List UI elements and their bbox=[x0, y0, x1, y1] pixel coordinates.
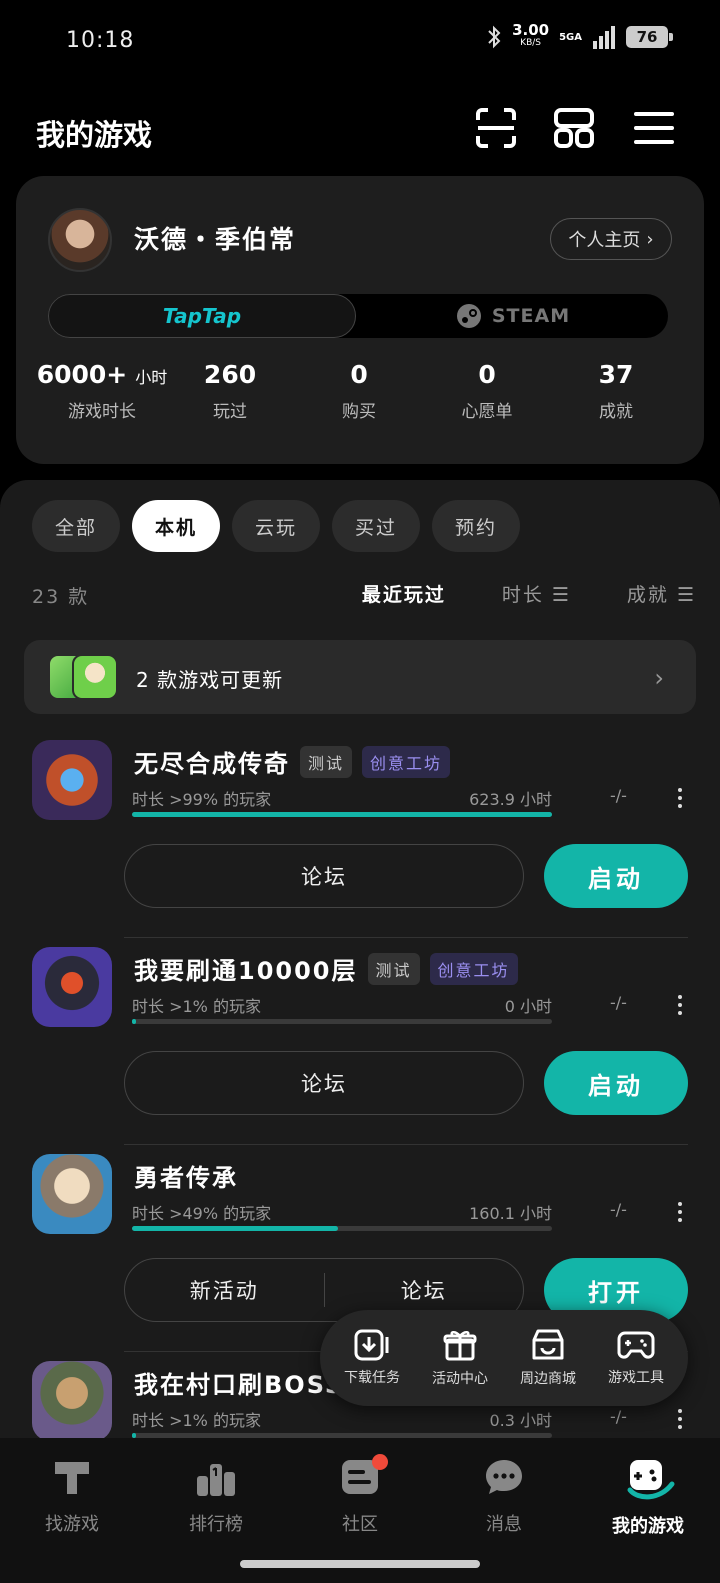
ranking-icon bbox=[197, 1464, 235, 1496]
signal-icon bbox=[593, 26, 615, 49]
achievement-count: -/- bbox=[610, 786, 627, 805]
achievement-count: -/- bbox=[610, 1200, 627, 1219]
steam-icon bbox=[456, 304, 481, 328]
username: 沃德・季伯常 bbox=[134, 225, 297, 254]
playtime-progress bbox=[132, 1226, 552, 1231]
profile-stats: 6000+ 小时 游戏时长 260 玩过 0 购买 0 心愿单 37 成就 bbox=[16, 360, 704, 422]
play-info: 时长 >1% 的玩家 0.3 小时 bbox=[132, 1411, 552, 1430]
game-thumb-icon bbox=[72, 654, 118, 700]
achievement-count: -/- bbox=[610, 993, 627, 1012]
play-info: 时长 >99% 的玩家 623.9 小时 bbox=[132, 790, 552, 809]
battery-icon: 76 bbox=[626, 26, 673, 48]
game-title: 我在村口刷BOSS bbox=[134, 1371, 345, 1399]
game-icon bbox=[32, 740, 112, 820]
filter-tabs: 全部 本机 云玩 买过 预约 bbox=[32, 500, 520, 552]
tag-test: 测试 bbox=[300, 745, 353, 778]
stat-purchased[interactable]: 0 购买 bbox=[272, 360, 446, 422]
profile-card: 沃德・季伯常 个人主页 › TapTap STEAM 6000+ 小时 游戏时长 2… bbox=[16, 176, 704, 464]
merch-store-button[interactable]: 周边商城 bbox=[509, 1328, 587, 1388]
event-center-button[interactable]: 活动中心 bbox=[421, 1328, 499, 1388]
filter-tab-purchased[interactable]: 买过 bbox=[332, 500, 420, 552]
platform-toggle: TapTap STEAM bbox=[48, 294, 668, 338]
store-icon bbox=[532, 1329, 564, 1360]
more-icon[interactable] bbox=[678, 1202, 684, 1222]
achievement-count: -/- bbox=[610, 1407, 627, 1426]
notification-badge bbox=[372, 1454, 388, 1470]
scan-icon[interactable] bbox=[474, 106, 518, 150]
download-icon bbox=[354, 1329, 389, 1361]
filter-tab-local[interactable]: 本机 bbox=[132, 500, 220, 552]
nav-my-games[interactable]: 我的游戏 bbox=[576, 1438, 720, 1583]
playtime-progress bbox=[132, 812, 552, 817]
platform-steam-tab[interactable]: STEAM bbox=[358, 294, 668, 338]
page-title: 我的游戏 bbox=[36, 118, 153, 152]
home-indicator[interactable] bbox=[240, 1560, 480, 1568]
game-item[interactable]: 无尽合成传奇 测试 创意工坊 时长 >99% 的玩家 623.9 小时 -/- 论… bbox=[0, 730, 720, 938]
game-tools-button[interactable]: 游戏工具 bbox=[597, 1329, 675, 1387]
bluetooth-icon bbox=[488, 25, 501, 49]
net-speed: 3.00 KB/S bbox=[512, 21, 550, 49]
profile-home-button[interactable]: 个人主页 › bbox=[550, 218, 672, 260]
avatar[interactable] bbox=[48, 208, 112, 272]
play-info: 时长 >1% 的玩家 0 小时 bbox=[132, 997, 552, 1016]
message-icon bbox=[486, 1460, 522, 1494]
floating-quick-menu: 下载任务 活动中心 周边商城 游戏工具 bbox=[320, 1310, 688, 1406]
platform-taptap-tab[interactable]: TapTap bbox=[48, 294, 356, 338]
game-icon bbox=[32, 947, 112, 1027]
stat-playtime[interactable]: 6000+ 小时 游戏时长 bbox=[16, 360, 188, 422]
more-icon[interactable] bbox=[678, 788, 684, 808]
tag-workshop: 创意工坊 bbox=[362, 745, 451, 778]
game-count: 23 款 bbox=[32, 586, 90, 608]
game-icon bbox=[32, 1154, 112, 1234]
download-tasks-button[interactable]: 下载任务 bbox=[333, 1329, 411, 1387]
launch-button[interactable]: 启动 bbox=[544, 1051, 688, 1115]
play-info: 时长 >49% 的玩家 160.1 小时 bbox=[132, 1204, 552, 1223]
forum-button[interactable]: 论坛 bbox=[124, 844, 524, 908]
update-text: 2 款游戏可更新 bbox=[136, 668, 284, 692]
sort-recent[interactable]: 最近玩过 bbox=[362, 580, 446, 607]
update-banner[interactable]: 2 款游戏可更新 › bbox=[24, 640, 696, 714]
stat-played[interactable]: 260 玩过 bbox=[188, 360, 272, 422]
sort-options: 最近玩过 时长 ☰ 成就 ☰ bbox=[362, 580, 696, 607]
new-event-button[interactable]: 新活动 bbox=[125, 1259, 324, 1321]
more-icon[interactable] bbox=[678, 1409, 684, 1429]
stat-achievements[interactable]: 37 成就 bbox=[528, 360, 704, 422]
status-bar: 10:18 3.00 KB/S 5GA 76 bbox=[0, 0, 720, 82]
filter-tab-cloud[interactable]: 云玩 bbox=[232, 500, 320, 552]
game-icon bbox=[32, 1361, 112, 1440]
game-title: 无尽合成传奇 测试 创意工坊 bbox=[134, 744, 451, 779]
more-icon[interactable] bbox=[678, 995, 684, 1015]
gift-icon bbox=[443, 1331, 477, 1361]
filter-tab-reserved[interactable]: 预约 bbox=[432, 500, 520, 552]
game-title: 我要刷通10000层 测试 创意工坊 bbox=[134, 951, 518, 986]
menu-icon[interactable] bbox=[632, 106, 676, 150]
stat-wishlist[interactable]: 0 心愿单 bbox=[446, 360, 528, 422]
tag-workshop: 创意工坊 bbox=[429, 952, 518, 985]
playtime-progress bbox=[132, 1019, 552, 1024]
sort-playtime[interactable]: 时长 ☰ bbox=[502, 580, 571, 607]
gamepad-icon bbox=[627, 1460, 675, 1500]
nav-find-games[interactable]: 找游戏 bbox=[0, 1438, 144, 1583]
network-type: 5GA bbox=[559, 31, 582, 43]
gamepad-icon bbox=[617, 1331, 655, 1359]
grid-icon[interactable] bbox=[552, 106, 596, 150]
filter-tab-all[interactable]: 全部 bbox=[32, 500, 120, 552]
tag-test: 测试 bbox=[367, 952, 420, 985]
status-time: 10:18 bbox=[66, 28, 135, 53]
update-game-icons bbox=[48, 654, 120, 700]
sort-achievements[interactable]: 成就 ☰ bbox=[627, 580, 696, 607]
game-item[interactable]: 我要刷通10000层 测试 创意工坊 时长 >1% 的玩家 0 小时 -/- 论坛… bbox=[0, 937, 720, 1145]
status-icons: 3.00 KB/S 5GA 76 bbox=[486, 21, 673, 50]
game-title: 勇者传承 bbox=[134, 1164, 238, 1192]
header: 我的游戏 bbox=[0, 100, 720, 160]
chevron-right-icon: › bbox=[646, 228, 654, 250]
launch-button[interactable]: 启动 bbox=[544, 844, 688, 908]
forum-button[interactable]: 论坛 bbox=[124, 1051, 524, 1115]
game-list-panel: 全部 本机 云玩 买过 预约 23 款 最近玩过 时长 ☰ 成就 ☰ 2 款游戏… bbox=[0, 480, 720, 1440]
taptap-icon bbox=[55, 1462, 89, 1494]
chevron-right-icon: › bbox=[654, 664, 664, 692]
